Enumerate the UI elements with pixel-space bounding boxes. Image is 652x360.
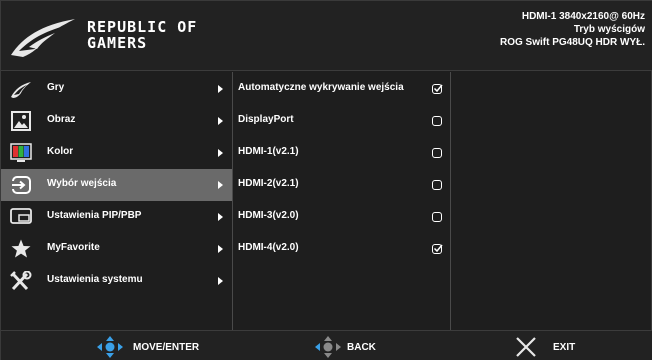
- rog-eye-logo-icon: [11, 19, 75, 57]
- back-button[interactable]: BACK: [315, 331, 405, 360]
- brand-line-2: GAMERS: [87, 34, 148, 52]
- submenu-item-hdmi-2[interactable]: HDMI-2(v2.1): [233, 169, 450, 201]
- submenu-label: HDMI-3(v2.0): [238, 210, 299, 221]
- input-icon: [10, 176, 31, 194]
- chevron-right-icon: [218, 213, 223, 221]
- joystick-back-icon: [315, 336, 341, 358]
- menu-item-gry[interactable]: Gry: [1, 73, 232, 105]
- submenu-label: DisplayPort: [238, 114, 294, 125]
- rog-logo: REPUBLIC OF GAMERS: [9, 11, 249, 61]
- brand-line-1: REPUBLIC OF: [87, 18, 198, 36]
- detail-panel: [451, 72, 652, 330]
- submenu-label: Automatyczne wykrywanie wejścia: [238, 82, 404, 93]
- menu-label: Obraz: [47, 114, 76, 125]
- submenu-label: HDMI-2(v2.1): [238, 178, 299, 189]
- menu-item-obraz[interactable]: Obraz: [1, 105, 232, 137]
- chevron-right-icon: [218, 117, 223, 125]
- checkbox-checked-icon[interactable]: [432, 84, 443, 94]
- submenu-label: HDMI-1(v2.1): [238, 146, 299, 157]
- checkbox-unchecked-icon[interactable]: [432, 180, 442, 190]
- status-mode: Tryb wyścigów: [573, 24, 645, 35]
- menu-item-wybor-wejscia[interactable]: Wybór wejścia: [1, 169, 232, 201]
- checkbox-unchecked-icon[interactable]: [432, 116, 442, 126]
- chevron-right-icon: [218, 181, 223, 189]
- menu-label: Kolor: [47, 146, 74, 157]
- chevron-right-icon: [218, 277, 223, 285]
- chevron-right-icon: [218, 85, 223, 93]
- chevron-right-icon: [218, 245, 223, 253]
- submenu-item-displayport[interactable]: DisplayPort: [233, 105, 450, 137]
- submenu-item-auto-detect[interactable]: Automatyczne wykrywanie wejścia: [233, 73, 450, 105]
- status-signal: HDMI-1 3840x2160@ 60Hz: [521, 11, 645, 22]
- checkbox-unchecked-icon[interactable]: [432, 148, 442, 158]
- menu-item-myfavorite[interactable]: MyFavorite: [1, 233, 232, 265]
- osd-window: REPUBLIC OF GAMERS HDMI-1 3840x2160@ 60H…: [0, 0, 652, 360]
- checkbox-checked-icon[interactable]: [432, 244, 443, 254]
- pip-icon: [10, 208, 32, 224]
- main-menu: Gry Obraz Kolor Wybór wejścia Ustawienia…: [1, 72, 233, 330]
- osd-header: REPUBLIC OF GAMERS HDMI-1 3840x2160@ 60H…: [1, 1, 652, 71]
- submenu-label: HDMI-4(v2.0): [238, 242, 299, 253]
- exit-label: EXIT: [553, 342, 576, 353]
- submenu-item-hdmi-1[interactable]: HDMI-1(v2.1): [233, 137, 450, 169]
- chevron-right-icon: [218, 149, 223, 157]
- rog-eye-icon: [11, 82, 31, 98]
- submenu: Automatyczne wykrywanie wejścia DisplayP…: [233, 72, 451, 330]
- back-label: BACK: [347, 342, 376, 353]
- menu-item-ustawienia-systemu[interactable]: Ustawienia systemu: [1, 265, 232, 297]
- status-model: ROG Swift PG48UQ HDR WYŁ.: [499, 37, 645, 48]
- image-icon: [11, 111, 31, 131]
- exit-button[interactable]: EXIT: [515, 331, 595, 360]
- move-enter-label: MOVE/ENTER: [133, 342, 200, 353]
- menu-label: Ustawienia PIP/PBP: [47, 210, 142, 221]
- checkbox-unchecked-icon[interactable]: [432, 212, 442, 222]
- osd-footer: MOVE/ENTER BACK EXIT: [1, 330, 652, 360]
- color-icon: [10, 143, 32, 162]
- submenu-item-hdmi-4[interactable]: HDMI-4(v2.0): [233, 233, 450, 265]
- close-icon: [516, 337, 536, 357]
- menu-label: Wybór wejścia: [47, 178, 117, 189]
- star-icon: [11, 239, 31, 258]
- move-enter-button[interactable]: MOVE/ENTER: [97, 331, 217, 360]
- brand-name: REPUBLIC OF GAMERS: [87, 19, 197, 51]
- menu-label: Gry: [47, 82, 65, 93]
- menu-label: MyFavorite: [47, 242, 100, 253]
- joystick-move-icon: [97, 336, 123, 358]
- submenu-item-hdmi-3[interactable]: HDMI-3(v2.0): [233, 201, 450, 233]
- menu-item-pip-pbp[interactable]: Ustawienia PIP/PBP: [1, 201, 232, 233]
- menu-label: Ustawienia systemu: [47, 274, 143, 285]
- menu-item-kolor[interactable]: Kolor: [1, 137, 232, 169]
- status-panel: HDMI-1 3840x2160@ 60Hz Tryb wyścigów ROG…: [500, 10, 645, 49]
- wrench-icon: [10, 271, 32, 291]
